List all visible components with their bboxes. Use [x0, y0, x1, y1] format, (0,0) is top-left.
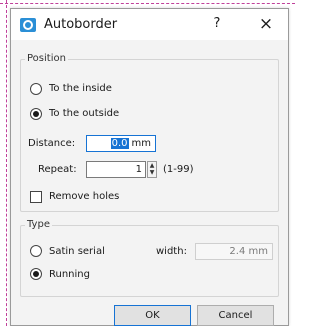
- spin-down-icon[interactable]: ▼: [148, 169, 156, 176]
- to-outside-label[interactable]: To the outside: [49, 108, 119, 119]
- type-group-title: Type: [25, 219, 52, 230]
- width-label: width:: [156, 246, 187, 257]
- guide-line-top: [0, 3, 295, 4]
- remove-holes-label[interactable]: Remove holes: [49, 191, 119, 202]
- repeat-value: 1: [135, 164, 142, 175]
- type-group: [20, 225, 279, 297]
- window-title: Autoborder: [44, 17, 118, 32]
- remove-holes-checkbox[interactable]: [30, 191, 42, 203]
- repeat-spinner[interactable]: ▲ ▼: [147, 161, 157, 178]
- autoborder-dialog: Autoborder ? × Position To the inside To…: [10, 8, 289, 326]
- cancel-button-label: Cancel: [218, 310, 253, 321]
- running-radio[interactable]: [30, 268, 42, 280]
- width-input[interactable]: 2.4 mm: [195, 243, 273, 260]
- repeat-range-label: (1-99): [163, 164, 194, 175]
- cancel-button[interactable]: Cancel: [197, 305, 274, 326]
- spin-up-icon[interactable]: ▲: [148, 162, 156, 169]
- close-button[interactable]: ×: [257, 14, 275, 34]
- ok-button[interactable]: OK: [114, 305, 191, 326]
- distance-label: Distance:: [28, 138, 76, 149]
- running-label[interactable]: Running: [49, 269, 90, 280]
- ok-button-label: OK: [145, 310, 160, 321]
- satin-serial-label[interactable]: Satin serial: [49, 246, 105, 257]
- position-group-title: Position: [25, 53, 68, 64]
- width-value: 2.4 mm: [229, 246, 268, 257]
- distance-unit: mm: [131, 138, 151, 149]
- to-outside-radio[interactable]: [30, 108, 42, 120]
- app-icon: [20, 18, 36, 32]
- guide-line-left: [6, 0, 7, 326]
- repeat-label: Repeat:: [38, 164, 77, 175]
- satin-serial-radio[interactable]: [30, 245, 42, 257]
- title-bar[interactable]: Autoborder ? ×: [11, 9, 288, 40]
- distance-value: 0.0: [110, 138, 129, 149]
- distance-input[interactable]: 0.0 mm: [86, 135, 156, 152]
- repeat-input[interactable]: 1: [86, 161, 146, 178]
- to-inside-radio[interactable]: [30, 83, 42, 95]
- to-inside-label[interactable]: To the inside: [49, 83, 112, 94]
- help-button[interactable]: ?: [209, 16, 225, 34]
